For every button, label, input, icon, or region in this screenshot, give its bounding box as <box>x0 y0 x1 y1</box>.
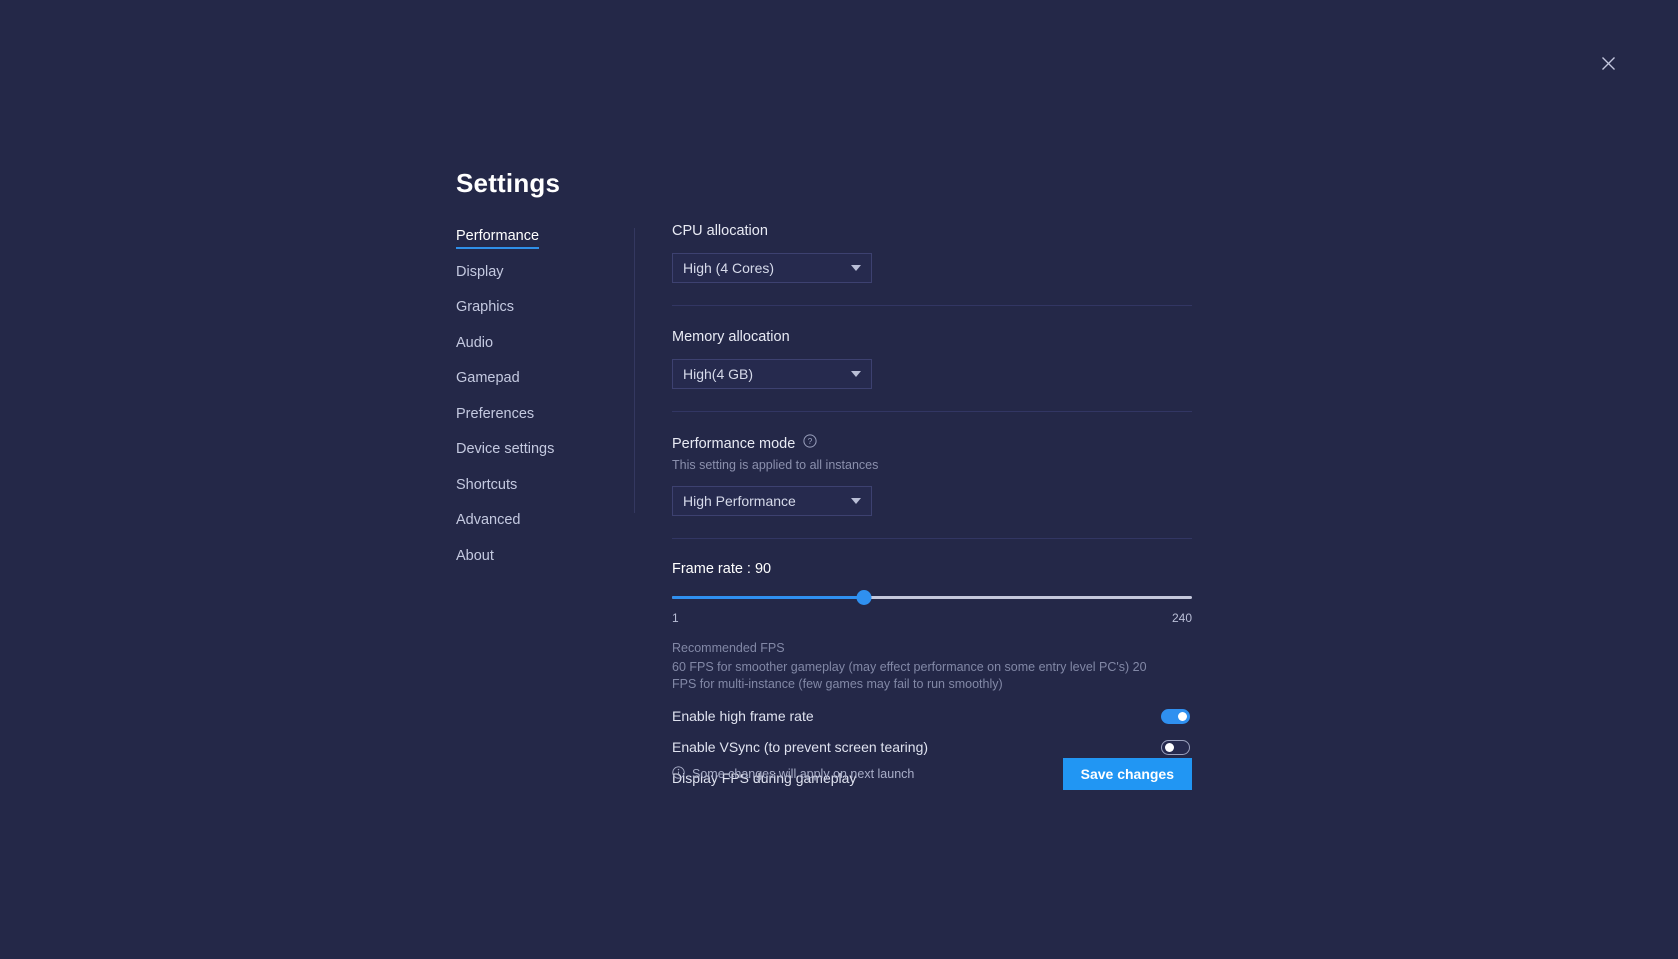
sidebar-item-label: Display <box>456 264 504 280</box>
cpu-allocation-value: High (4 Cores) <box>683 260 774 276</box>
cpu-allocation-label: CPU allocation <box>672 222 1192 240</box>
recommended-fps-body: 60 FPS for smoother gameplay (may effect… <box>672 659 1159 693</box>
cpu-allocation-section: CPU allocation High (4 Cores) <box>672 222 1192 283</box>
sidebar-item-label: Advanced <box>456 512 521 528</box>
sidebar-item-graphics[interactable]: Graphics <box>456 299 514 320</box>
svg-text:?: ? <box>808 436 813 446</box>
toggle-row-vsync: Enable VSync (to prevent screen tearing) <box>672 739 1190 755</box>
footer-note: Some changes will apply on next launch <box>672 766 914 782</box>
slider-max-label: 240 <box>1172 611 1192 625</box>
sidebar-item-label: About <box>456 548 494 564</box>
sidebar-item-label: Shortcuts <box>456 477 517 493</box>
sidebar-item-audio[interactable]: Audio <box>456 335 493 356</box>
sidebar-item-label: Audio <box>456 335 493 351</box>
chevron-down-icon <box>851 265 861 271</box>
toggle-label: Enable VSync (to prevent screen tearing) <box>672 739 928 755</box>
sidebar-item-label: Performance <box>456 228 539 244</box>
toggle-label: Enable high frame rate <box>672 708 814 724</box>
toggle-knob <box>1165 743 1174 752</box>
footer: Some changes will apply on next launch S… <box>672 758 1192 790</box>
page-title: Settings <box>456 168 560 199</box>
sidebar-item-label: Gamepad <box>456 370 520 386</box>
sidebar-item-performance[interactable]: Performance <box>456 228 539 249</box>
save-changes-button[interactable]: Save changes <box>1063 758 1192 790</box>
slider-min-label: 1 <box>672 611 679 625</box>
settings-content: CPU allocation High (4 Cores) Memory all… <box>672 222 1192 786</box>
performance-mode-header: Performance mode ? <box>672 434 1192 453</box>
toggle-knob <box>1178 712 1187 721</box>
sidebar-item-advanced[interactable]: Advanced <box>456 512 521 533</box>
footer-note-text: Some changes will apply on next launch <box>692 767 914 781</box>
slider-fill <box>672 596 864 599</box>
performance-mode-section: Performance mode ? This setting is appli… <box>672 412 1192 516</box>
slider-bounds: 1 240 <box>672 611 1192 625</box>
sidebar-item-about[interactable]: About <box>456 548 494 569</box>
sidebar-item-preferences[interactable]: Preferences <box>456 406 534 427</box>
memory-allocation-label: Memory allocation <box>672 328 1192 346</box>
settings-window: Settings Performance Display Graphics Au… <box>0 0 1678 959</box>
sidebar-item-label: Preferences <box>456 406 534 422</box>
close-button[interactable] <box>1595 50 1621 76</box>
settings-nav: Performance Display Graphics Audio Gamep… <box>456 228 628 583</box>
performance-mode-label: Performance mode <box>672 435 795 453</box>
cpu-allocation-select[interactable]: High (4 Cores) <box>672 253 872 283</box>
vertical-divider <box>634 228 635 513</box>
info-circle-icon <box>672 766 685 782</box>
performance-mode-select[interactable]: High Performance <box>672 486 872 516</box>
chevron-down-icon <box>851 498 861 504</box>
performance-mode-sublabel: This setting is applied to all instances <box>672 457 1192 473</box>
toggle-row-high-frame-rate: Enable high frame rate <box>672 708 1190 724</box>
slider-thumb[interactable] <box>857 590 872 605</box>
help-circle-icon[interactable]: ? <box>803 434 817 453</box>
toggle-vsync[interactable] <box>1161 740 1190 755</box>
sidebar-item-label: Graphics <box>456 299 514 315</box>
chevron-down-icon <box>851 371 861 377</box>
memory-allocation-section: Memory allocation High(4 GB) <box>672 306 1192 389</box>
frame-rate-section: Frame rate : 90 1 240 Recommended FPS 60… <box>672 539 1192 786</box>
recommended-fps-title: Recommended FPS <box>672 640 1192 657</box>
performance-mode-value: High Performance <box>683 493 796 509</box>
sidebar-item-display[interactable]: Display <box>456 264 504 285</box>
sidebar-item-gamepad[interactable]: Gamepad <box>456 370 520 391</box>
frame-rate-slider[interactable] <box>672 590 1192 604</box>
frame-rate-label: Frame rate : 90 <box>672 561 1192 577</box>
sidebar-item-device-settings[interactable]: Device settings <box>456 441 554 462</box>
toggle-high-frame-rate[interactable] <box>1161 709 1190 724</box>
close-icon <box>1601 56 1616 71</box>
memory-allocation-select[interactable]: High(4 GB) <box>672 359 872 389</box>
memory-allocation-value: High(4 GB) <box>683 366 753 382</box>
sidebar-item-label: Device settings <box>456 441 554 457</box>
sidebar-item-shortcuts[interactable]: Shortcuts <box>456 477 517 498</box>
